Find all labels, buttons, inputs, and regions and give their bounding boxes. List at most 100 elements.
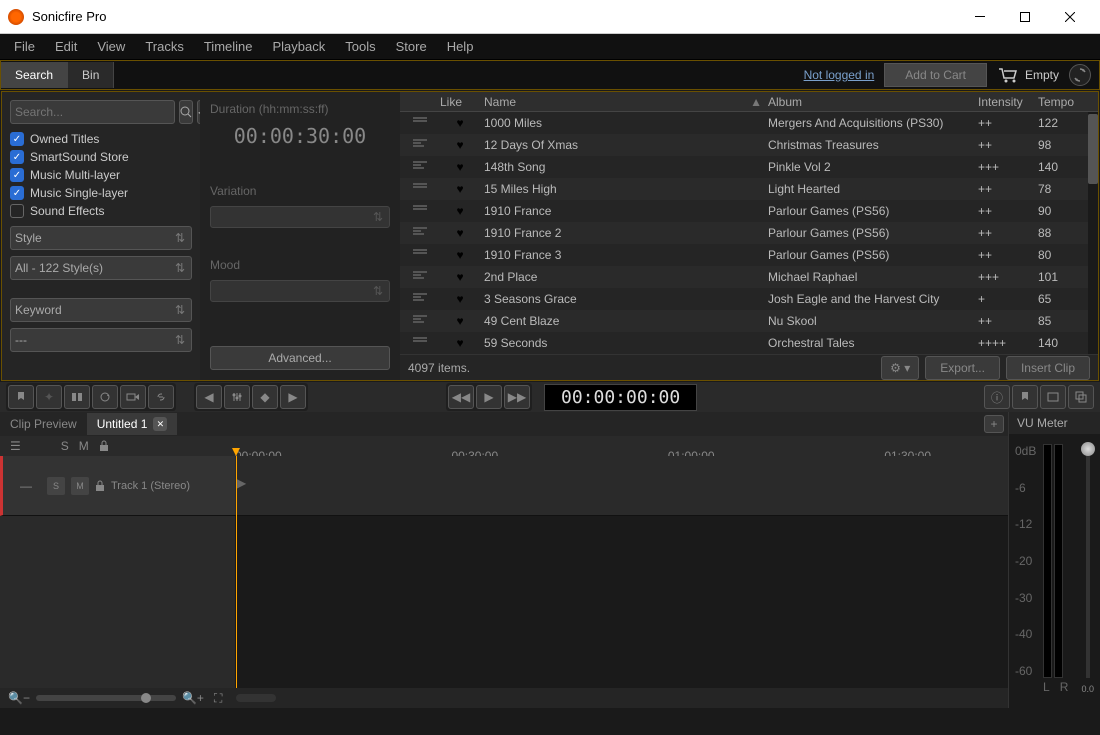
solo-header[interactable]: S [61, 439, 69, 453]
zoom-in-icon[interactable]: 🔍+ [182, 691, 204, 705]
col-intensity[interactable]: Intensity [978, 95, 1038, 109]
stop-button[interactable]: ◆ [252, 385, 278, 409]
filter-row[interactable]: Owned Titles [10, 130, 192, 148]
record-button[interactable] [120, 385, 146, 409]
table-row[interactable]: ♥1000 MilesMergers And Acquisitions (PS3… [400, 112, 1088, 134]
loop-button[interactable] [92, 385, 118, 409]
vu-slider[interactable] [1086, 444, 1090, 678]
like-icon[interactable]: ♥ [440, 138, 480, 152]
zoom-fit-icon[interactable]: ⛶ [214, 691, 222, 706]
table-row[interactable]: ♥1910 France 3Parlour Games (PS56)++80 [400, 244, 1088, 266]
filter-row[interactable]: SmartSound Store [10, 148, 192, 166]
export-button[interactable]: Export... [925, 356, 1000, 380]
menu-view[interactable]: View [87, 35, 135, 58]
minimize-button[interactable] [957, 3, 1002, 31]
search-button[interactable] [179, 100, 193, 124]
checkbox[interactable] [10, 168, 24, 182]
favorite-button[interactable] [1012, 385, 1038, 409]
menu-store[interactable]: Store [386, 35, 437, 58]
track-lock-icon[interactable] [95, 480, 105, 492]
table-scrollbar[interactable] [1088, 112, 1098, 354]
track-row[interactable]: — S M Track 1 (Stereo) [0, 456, 235, 516]
table-row[interactable]: ♥2nd PlaceMichael Raphael+++101 [400, 266, 1088, 288]
table-row[interactable]: ♥1910 FranceParlour Games (PS56)++90 [400, 200, 1088, 222]
insert-clip-button[interactable]: Insert Clip [1006, 356, 1090, 380]
checkbox[interactable] [10, 186, 24, 200]
menu-tracks[interactable]: Tracks [135, 35, 194, 58]
play-next-button[interactable]: ▶ [280, 385, 306, 409]
tab-close-icon[interactable]: ✕ [153, 417, 167, 431]
track-solo[interactable]: S [47, 477, 65, 495]
tab-clip-preview[interactable]: Clip Preview [0, 413, 87, 435]
filter-row[interactable]: Sound Effects [10, 202, 192, 220]
table-row[interactable]: ♥148th SongPinkle Vol 2+++140 [400, 156, 1088, 178]
h-scrollbar[interactable] [236, 694, 276, 702]
like-icon[interactable]: ♥ [440, 270, 480, 284]
skip-back-button[interactable]: ◀◀ [448, 385, 474, 409]
tab-bin[interactable]: Bin [68, 62, 114, 88]
table-row[interactable]: ♥12 Days Of XmasChristmas Treasures++98 [400, 134, 1088, 156]
advanced-button[interactable]: Advanced... [210, 346, 390, 370]
filter-row[interactable]: Music Multi-layer [10, 166, 192, 184]
col-tempo[interactable]: Tempo [1038, 95, 1088, 109]
play-button[interactable]: ▶ [476, 385, 502, 409]
marker-button[interactable] [8, 385, 34, 409]
menu-edit[interactable]: Edit [45, 35, 87, 58]
lock-icon[interactable] [99, 440, 109, 452]
duration-value[interactable]: 00:00:30:00 [210, 124, 390, 148]
close-button[interactable] [1047, 3, 1092, 31]
timecode-display[interactable]: 00:00:00:00 [544, 384, 697, 411]
tab-search[interactable]: Search [1, 62, 68, 88]
add-tab-button[interactable]: + [984, 415, 1004, 433]
checkbox[interactable] [10, 132, 24, 146]
col-like[interactable]: Like [440, 95, 480, 109]
zoom-out-icon[interactable]: 🔍− [8, 691, 30, 705]
col-album[interactable]: Album [768, 95, 978, 109]
add-to-cart-button[interactable]: Add to Cart [884, 63, 987, 87]
like-icon[interactable]: ♥ [440, 292, 480, 306]
tab-untitled[interactable]: Untitled 1 ✕ [87, 413, 178, 435]
search-input[interactable] [10, 100, 175, 124]
skip-fwd-button[interactable]: ▶▶ [504, 385, 530, 409]
maximize-button[interactable] [1002, 3, 1047, 31]
like-icon[interactable]: ♥ [440, 226, 480, 240]
like-icon[interactable]: ♥ [440, 314, 480, 328]
view-button[interactable] [1040, 385, 1066, 409]
track-mute[interactable]: M [71, 477, 89, 495]
like-icon[interactable]: ♥ [440, 160, 480, 174]
table-row[interactable]: ♥1910 France 2Parlour Games (PS56)++88 [400, 222, 1088, 244]
filter-row[interactable]: Music Single-layer [10, 184, 192, 202]
menu-playback[interactable]: Playback [263, 35, 336, 58]
table-row[interactable]: ♥3 Seasons GraceJosh Eagle and the Harve… [400, 288, 1088, 310]
checkbox[interactable] [10, 150, 24, 164]
table-row[interactable]: ♥49 Cent BlazeNu Skool++85 [400, 310, 1088, 332]
effects-button[interactable]: ✦ [36, 385, 62, 409]
sync-button[interactable] [1069, 64, 1091, 86]
menu-file[interactable]: File [4, 35, 45, 58]
rewind-start-button[interactable]: ◀ [196, 385, 222, 409]
checkbox[interactable] [10, 204, 24, 218]
info-button[interactable]: ⓘ [984, 385, 1010, 409]
like-icon[interactable]: ♥ [440, 248, 480, 262]
mute-header[interactable]: M [79, 439, 89, 453]
table-row[interactable]: ♥59 SecondsOrchestral Tales++++140 [400, 332, 1088, 354]
like-icon[interactable]: ♥ [440, 336, 480, 350]
keyword-select[interactable]: Keyword [10, 298, 192, 322]
variation-select[interactable] [210, 206, 390, 228]
col-name[interactable]: Name▲ [480, 95, 768, 109]
timeline-canvas[interactable]: ▶ [235, 456, 1008, 688]
style-select[interactable]: Style [10, 226, 192, 250]
menu-timeline[interactable]: Timeline [194, 35, 263, 58]
cart-status[interactable]: Empty [997, 66, 1059, 84]
keyword-all-select[interactable]: --- [10, 328, 192, 352]
settings-button[interactable]: ⚙ ▾ [881, 356, 919, 380]
mood-select[interactable] [210, 280, 390, 302]
menu-tools[interactable]: Tools [335, 35, 385, 58]
link-button[interactable] [148, 385, 174, 409]
style-all-select[interactable]: All - 122 Style(s) [10, 256, 192, 280]
menu-help[interactable]: Help [437, 35, 484, 58]
like-icon[interactable]: ♥ [440, 182, 480, 196]
like-icon[interactable]: ♥ [440, 116, 480, 130]
playhead[interactable] [236, 456, 237, 688]
layers-icon[interactable]: ☰ [10, 439, 21, 453]
